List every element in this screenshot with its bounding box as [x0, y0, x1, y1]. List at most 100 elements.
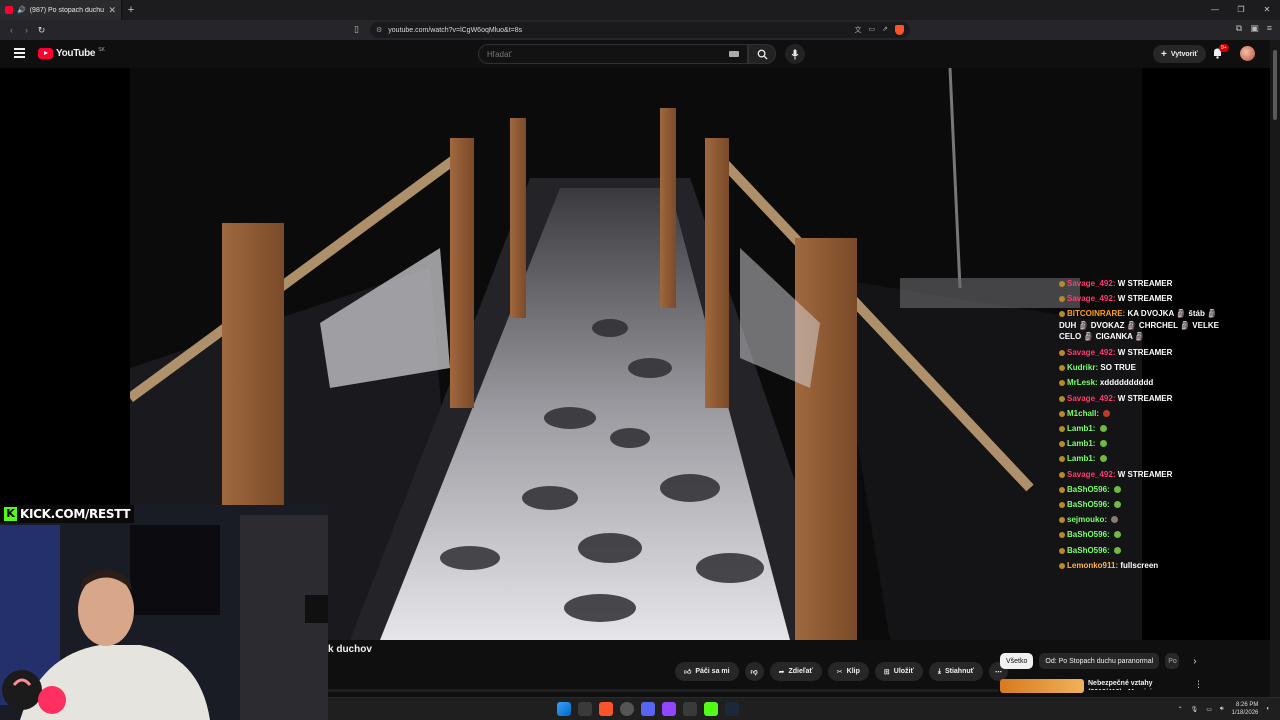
- wallet-icon[interactable]: ▣: [1250, 23, 1259, 34]
- chat-badge-icon: [1059, 486, 1065, 493]
- stream-chat-overlay: Savage_492: W STREAMER Savage_492: W STRE…: [1059, 276, 1234, 573]
- close-window-icon[interactable]: ✕: [1254, 0, 1280, 20]
- chat-message: Savage_492: W STREAMER: [1059, 345, 1234, 360]
- browser-tab-strip: 🔊 (987) Po stopach duchu Para ✕ + — ❐ ✕: [0, 0, 1280, 20]
- task-view-icon[interactable]: [578, 702, 592, 716]
- windows-start-icon[interactable]: [557, 702, 571, 716]
- chevron-right-icon[interactable]: ›: [1193, 656, 1196, 667]
- new-tab-button[interactable]: +: [122, 4, 140, 16]
- taskbar-app-icon[interactable]: [683, 702, 697, 716]
- minimize-icon[interactable]: —: [1202, 0, 1228, 20]
- twitch-icon[interactable]: [662, 702, 676, 716]
- account-avatar[interactable]: [1240, 46, 1255, 61]
- chat-message: M1chall:: [1059, 406, 1234, 421]
- site-info-icon[interactable]: ⚙: [376, 26, 382, 34]
- chat-username: Savage_492:: [1067, 469, 1116, 479]
- recommendation-thumbnail[interactable]: [1000, 679, 1084, 693]
- windows-taskbar: ⌃ 🎙︎ ▭ 🔊︎ 8:26 PM 1/18/2026 ◐: [328, 697, 1280, 720]
- streamer-webcam-image: [0, 505, 328, 720]
- chip-from-channel[interactable]: Od: Po Stopach duchu paranormal: [1039, 653, 1160, 669]
- scrollbar-thumb[interactable]: [1273, 50, 1277, 120]
- chat-username: BaShO596:: [1067, 530, 1110, 540]
- brave-shield-icon[interactable]: [895, 25, 904, 35]
- chat-badge-icon: [1059, 425, 1065, 432]
- chat-message: Savage_492: W STREAMER: [1059, 291, 1234, 306]
- discord-icon[interactable]: [641, 702, 655, 716]
- chip-all[interactable]: Všetko: [1000, 653, 1034, 669]
- steam-icon[interactable]: [725, 702, 739, 716]
- search-icon: [757, 49, 768, 60]
- system-tray: ⌃ 🎙︎ ▭ 🔊︎ 8:26 PM 1/18/2026 ◐: [1178, 701, 1270, 717]
- country-code: SK: [98, 46, 105, 53]
- notification-center-icon[interactable]: ◐: [1266, 706, 1270, 712]
- cast-icon[interactable]: ▭: [869, 25, 876, 35]
- search-placeholder: Hľadať: [487, 49, 512, 59]
- extensions-icon[interactable]: ⧉: [1236, 23, 1242, 34]
- chat-badge-icon: [1059, 547, 1065, 554]
- kick-app-icon[interactable]: [704, 702, 718, 716]
- youtube-logo[interactable]: YouTube SK: [38, 46, 105, 59]
- search-input[interactable]: Hľadať: [478, 44, 748, 64]
- brave-browser-icon[interactable]: [599, 702, 613, 716]
- bookmark-icon[interactable]: ▯: [354, 24, 359, 35]
- chat-username: Savage_492:: [1067, 279, 1116, 288]
- voice-search-button[interactable]: [785, 44, 805, 64]
- hamburger-menu-icon[interactable]: [14, 48, 25, 58]
- chat-badge-icon: [1059, 441, 1065, 448]
- window-controls: — ❐ ✕: [1202, 0, 1280, 20]
- translate-icon[interactable]: 文: [855, 25, 862, 35]
- browser-menu-icon[interactable]: ≡: [1267, 23, 1272, 34]
- page-scrollbar[interactable]: [1270, 40, 1280, 700]
- chat-username: Lamb1:: [1067, 454, 1096, 464]
- chat-emote-icon: [1103, 409, 1111, 417]
- network-icon[interactable]: ▭: [1206, 706, 1212, 713]
- chat-emote-icon: [1113, 500, 1121, 508]
- recommendation-more-icon[interactable]: ⋮: [1194, 679, 1203, 690]
- chip-next[interactable]: Po: [1165, 653, 1180, 669]
- thumbs-up-icon: 👍︎: [684, 669, 692, 676]
- chat-badge-icon: [1059, 281, 1065, 287]
- volume-icon[interactable]: 🔊︎: [1220, 706, 1224, 713]
- create-label: Vytvoriť: [1170, 50, 1198, 58]
- save-button[interactable]: ⊞ Uložiť: [874, 662, 923, 681]
- chat-message: BaShO596:: [1059, 482, 1234, 497]
- chat-message: Lamb1:: [1059, 421, 1234, 436]
- download-button[interactable]: ⤓ Stiahnuť: [928, 662, 983, 681]
- share-label: Zdieľať: [788, 668, 813, 675]
- settings-icon[interactable]: [620, 702, 634, 716]
- address-bar[interactable]: ⚙ youtube.com/watch?v=lCgW6oqMluo&t=8s 文…: [370, 22, 910, 38]
- clip-label: Klip: [846, 668, 860, 675]
- taskbar-clock[interactable]: 8:26 PM 1/18/2026: [1232, 701, 1259, 717]
- chat-message: BaShO596:: [1059, 543, 1234, 558]
- clip-button[interactable]: ✂ Klip: [827, 662, 869, 681]
- search-button[interactable]: [748, 44, 776, 64]
- chat-username: Lemonko911:: [1067, 560, 1119, 570]
- chat-message: Lemonko911: fullscreen: [1059, 558, 1234, 573]
- forward-icon[interactable]: ›: [19, 25, 34, 35]
- chat-username: sejmouko:: [1067, 515, 1108, 525]
- chat-badge-icon: [1059, 395, 1065, 402]
- create-button[interactable]: + Vytvoriť: [1153, 45, 1206, 63]
- dislike-button[interactable]: 👎︎: [744, 662, 764, 681]
- speaker-icon[interactable]: 🔊: [17, 6, 26, 14]
- chat-username: Savage_492:: [1067, 393, 1116, 403]
- maximize-icon[interactable]: ❐: [1228, 0, 1254, 20]
- share-button[interactable]: ➦ Zdieľať: [769, 662, 822, 681]
- chat-badge-icon: [1059, 532, 1065, 539]
- like-button[interactable]: 👍︎ Páči sa mi: [675, 662, 739, 681]
- share-page-icon[interactable]: ⇗: [882, 25, 888, 35]
- chat-text: W STREAMER: [1117, 279, 1173, 288]
- keyboard-icon[interactable]: [729, 51, 739, 57]
- divider: [328, 689, 998, 692]
- chat-message: BaShO596:: [1059, 527, 1234, 542]
- microphone-tray-icon[interactable]: 🎙︎: [1191, 706, 1199, 713]
- back-icon[interactable]: ‹: [4, 25, 19, 35]
- tray-overflow-icon[interactable]: ⌃: [1178, 706, 1183, 713]
- download-icon: ⤓: [937, 667, 941, 675]
- close-tab-icon[interactable]: ✕: [108, 5, 116, 16]
- chat-username: Lamb1:: [1067, 439, 1096, 449]
- reload-icon[interactable]: ↻: [34, 25, 49, 36]
- chat-username: Lamb1:: [1067, 423, 1096, 433]
- browser-tab-active[interactable]: 🔊 (987) Po stopach duchu Para ✕: [0, 0, 122, 20]
- recommendation-title[interactable]: Nebezpečné vztahy (2018/419) - Mami, jse…: [1088, 679, 1188, 690]
